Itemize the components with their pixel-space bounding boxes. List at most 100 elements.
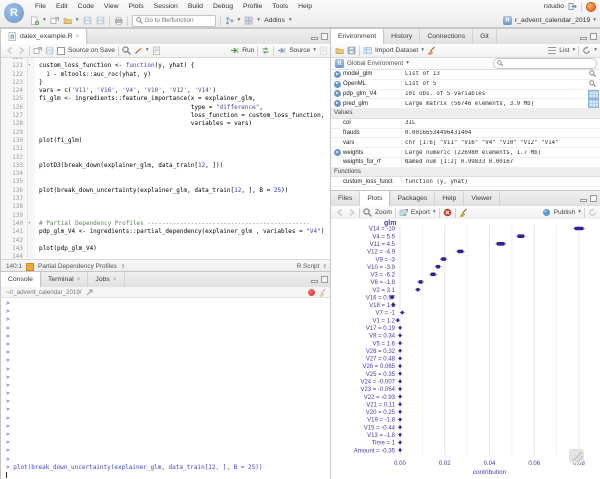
env-row-weights_for_rf[interactable]: weights_for_rf Named num [1:2] 0.99833 0.… [331, 158, 600, 168]
menu-debug[interactable]: Debug [208, 3, 238, 10]
run-icon[interactable] [230, 46, 240, 55]
close-icon[interactable]: × [76, 33, 80, 40]
code-tools-icon[interactable] [134, 46, 143, 55]
clear-plots-icon[interactable] [459, 208, 468, 217]
view-table-icon[interactable] [587, 89, 599, 99]
list-view-label[interactable]: List [559, 47, 569, 54]
env-row-frauds[interactable]: frauds 0.00166534496431404 [331, 129, 600, 139]
source-on-save-checkbox[interactable] [57, 46, 65, 55]
expand-icon[interactable] [333, 70, 341, 78]
chevron-down-icon[interactable]: ▾ [238, 17, 241, 24]
environment-search-input[interactable] [493, 58, 597, 69]
import-dataset-icon[interactable] [363, 46, 372, 55]
console-output[interactable]: > > > > > > > > > > > > > > > > > > > > > plot(break_down_un… [1, 298, 332, 479]
zoom-label[interactable]: Zoom [375, 209, 392, 216]
save-workspace-icon[interactable] [347, 46, 356, 55]
minimize-icon[interactable] [580, 199, 587, 202]
open-in-new-window-icon[interactable] [33, 46, 42, 55]
chevron-down-icon[interactable]: ▾ [43, 17, 46, 24]
export-icon[interactable] [399, 208, 408, 217]
tab-git[interactable]: Git [473, 29, 497, 44]
console-input-line[interactable] [6, 472, 332, 479]
fold-marker[interactable]: ▾ [28, 219, 35, 229]
chevron-down-icon[interactable]: ▾ [257, 17, 260, 24]
tab-history[interactable]: History [384, 29, 421, 44]
publish-label[interactable]: Publish [554, 209, 576, 216]
menu-plots[interactable]: Plots [124, 3, 149, 10]
tab-console[interactable]: Console [1, 272, 41, 287]
export-label[interactable]: Export [411, 209, 430, 216]
chevron-down-icon[interactable]: ▾ [313, 47, 316, 54]
run-label[interactable]: Run [242, 47, 254, 54]
refresh-plot-icon[interactable] [588, 208, 597, 217]
save-icon[interactable] [83, 16, 92, 25]
source-label[interactable]: Source [289, 47, 310, 54]
menu-build[interactable]: Build [183, 3, 208, 10]
project-selector[interactable]: R r_advent_calendar_2019 ▾ [503, 13, 596, 28]
expand-icon[interactable] [333, 100, 341, 108]
fold-marker[interactable]: ▾ [28, 62, 35, 71]
external-link-icon[interactable] [85, 288, 93, 296]
new-file-icon[interactable] [30, 16, 39, 25]
tab-viewer[interactable]: Viewer [464, 191, 500, 206]
source-icon[interactable] [277, 46, 287, 55]
new-project-icon[interactable] [50, 16, 59, 25]
menu-view[interactable]: View [99, 3, 124, 10]
minimize-icon[interactable] [580, 37, 587, 40]
pane-layout-icon[interactable] [244, 16, 253, 25]
version-control-icon[interactable] [225, 16, 234, 25]
env-row-col[interactable]: col 31L [331, 119, 600, 129]
chevron-down-icon[interactable]: ▾ [76, 17, 79, 24]
open-file-icon[interactable] [63, 16, 72, 25]
expand-icon[interactable] [333, 149, 341, 157]
sign-out-icon[interactable] [568, 2, 577, 11]
env-row-weights[interactable]: weights Large numeric (226980 elements, 1… [331, 148, 600, 158]
close-icon[interactable]: × [77, 276, 81, 283]
goto-file-input[interactable] [144, 17, 211, 24]
menu-help[interactable]: Help [293, 3, 317, 10]
inspect-icon[interactable] [589, 70, 597, 78]
publish-icon[interactable] [542, 208, 551, 217]
tab-terminal[interactable]: Terminal × [41, 272, 89, 287]
scope-label[interactable]: Global Environment [347, 60, 403, 67]
resize-grip[interactable] [569, 449, 584, 463]
menu-profile[interactable]: Profile [238, 3, 267, 10]
addins-menu[interactable]: Addins [264, 17, 285, 24]
refresh-icon[interactable] [582, 46, 591, 55]
tab-files[interactable]: Files [331, 191, 361, 206]
chevron-down-icon[interactable]: ▾ [421, 47, 424, 54]
menu-file[interactable]: File [30, 3, 51, 10]
goto-file-box[interactable] [131, 14, 216, 27]
env-row-pdp_glm_V4[interactable]: pdp_glm_V4 101 obs. of 5 variables [331, 89, 600, 100]
maximize-icon[interactable] [321, 276, 328, 283]
maximize-icon[interactable] [590, 33, 597, 40]
section-label[interactable]: Partial Dependency Profiles [38, 263, 117, 270]
zoom-plot-icon[interactable] [363, 208, 372, 217]
maximize-icon[interactable] [590, 195, 597, 202]
next-plot-icon[interactable] [347, 208, 356, 217]
menu-code[interactable]: Code [73, 3, 99, 10]
print-icon[interactable] [114, 16, 123, 25]
inspect-icon[interactable] [589, 80, 597, 88]
clear-environment-icon[interactable] [427, 46, 436, 55]
chevron-down-icon[interactable]: ▾ [289, 17, 292, 24]
tab-dalex-example[interactable]: dalex_example.R × [1, 29, 88, 44]
tab-jobs[interactable]: Jobs × [88, 272, 125, 287]
clear-console-icon[interactable] [318, 287, 327, 297]
minimize-icon[interactable] [311, 280, 318, 283]
code-editor[interactable]: 120121▾custom_loss_function <- function(… [1, 58, 332, 259]
find-replace-icon[interactable] [122, 46, 131, 55]
load-workspace-icon[interactable] [335, 46, 344, 55]
back-icon[interactable] [5, 46, 14, 55]
menu-tools[interactable]: Tools [267, 3, 293, 10]
tab-help[interactable]: Help [435, 191, 465, 206]
compile-report-icon[interactable] [152, 46, 161, 55]
close-icon[interactable]: × [113, 276, 117, 283]
compile-notebook-icon[interactable] [319, 46, 328, 55]
env-row-custom_loss_funct[interactable]: custom_loss_funct function (y, yhat) [331, 177, 600, 188]
tab-environment[interactable]: Environment [331, 29, 385, 44]
chevron-down-icon[interactable]: ▾ [578, 209, 581, 216]
rerun-icon[interactable] [261, 46, 270, 55]
tab-packages[interactable]: Packages [390, 191, 436, 206]
forward-icon[interactable] [17, 46, 26, 55]
